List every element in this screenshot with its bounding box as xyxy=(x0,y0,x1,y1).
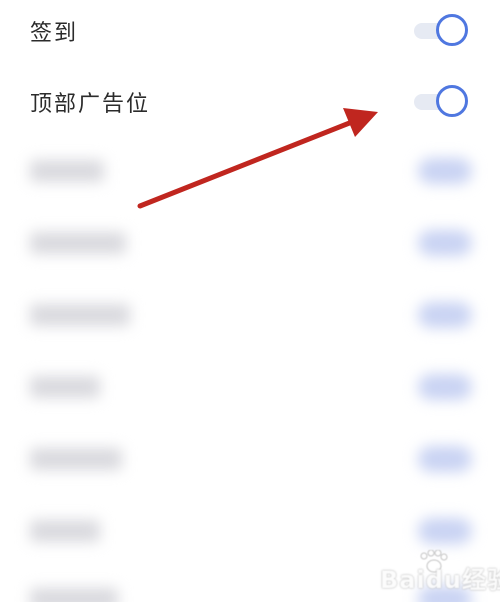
settings-page: 签到 顶部广告位 Baidu经验 xyxy=(0,0,500,602)
blurred-row xyxy=(0,152,500,192)
setting-label-top-ad: 顶部广告位 xyxy=(30,92,151,117)
checkin-toggle[interactable] xyxy=(412,13,470,47)
blurred-row xyxy=(0,296,500,336)
blurred-row xyxy=(0,512,500,552)
blurred-label xyxy=(30,376,100,398)
blurred-label xyxy=(30,160,104,182)
toggle-knob xyxy=(436,85,468,117)
watermark-text: Baidu经验 xyxy=(380,566,500,594)
blurred-toggle xyxy=(418,158,472,184)
blurred-row xyxy=(0,368,500,408)
setting-row-top-ad[interactable]: 顶部广告位 xyxy=(0,76,500,136)
blurred-row xyxy=(0,440,500,480)
blurred-label xyxy=(30,232,126,254)
blurred-row xyxy=(0,224,500,264)
blurred-toggle xyxy=(418,230,472,256)
blurred-toggle xyxy=(418,374,472,400)
blurred-toggle xyxy=(418,446,472,472)
blurred-settings-list xyxy=(0,140,500,602)
toggle-knob xyxy=(436,14,468,46)
blurred-toggle xyxy=(418,302,472,328)
blurred-label xyxy=(30,448,122,470)
blurred-label xyxy=(30,520,100,542)
blurred-label xyxy=(30,588,118,602)
blurred-label xyxy=(30,304,130,326)
setting-row-checkin[interactable]: 签到 xyxy=(0,5,500,65)
setting-label-checkin: 签到 xyxy=(30,21,79,46)
baidu-jingyan-watermark: Baidu经验 xyxy=(380,548,500,598)
blurred-toggle xyxy=(418,518,472,544)
top-ad-toggle[interactable] xyxy=(412,84,470,118)
